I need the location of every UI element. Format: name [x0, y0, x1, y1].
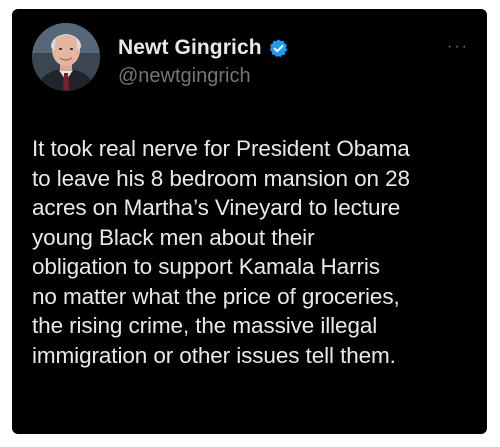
verified-badge-icon — [268, 38, 289, 59]
avatar[interactable] — [32, 23, 100, 91]
display-name-row: Newt Gingrich — [118, 35, 289, 61]
tweet-text: It took real nerve for President Obama t… — [32, 136, 410, 368]
tweet-header: Newt Gingrich @newtgingrich ··· — [32, 21, 471, 101]
display-name[interactable]: Newt Gingrich — [118, 36, 262, 60]
more-options-icon[interactable]: ··· — [447, 39, 469, 55]
handle[interactable]: @newtgingrich — [118, 65, 289, 88]
tweet-card: Newt Gingrich @newtgingrich ··· It took … — [12, 9, 487, 434]
author-names: Newt Gingrich @newtgingrich — [118, 35, 289, 88]
